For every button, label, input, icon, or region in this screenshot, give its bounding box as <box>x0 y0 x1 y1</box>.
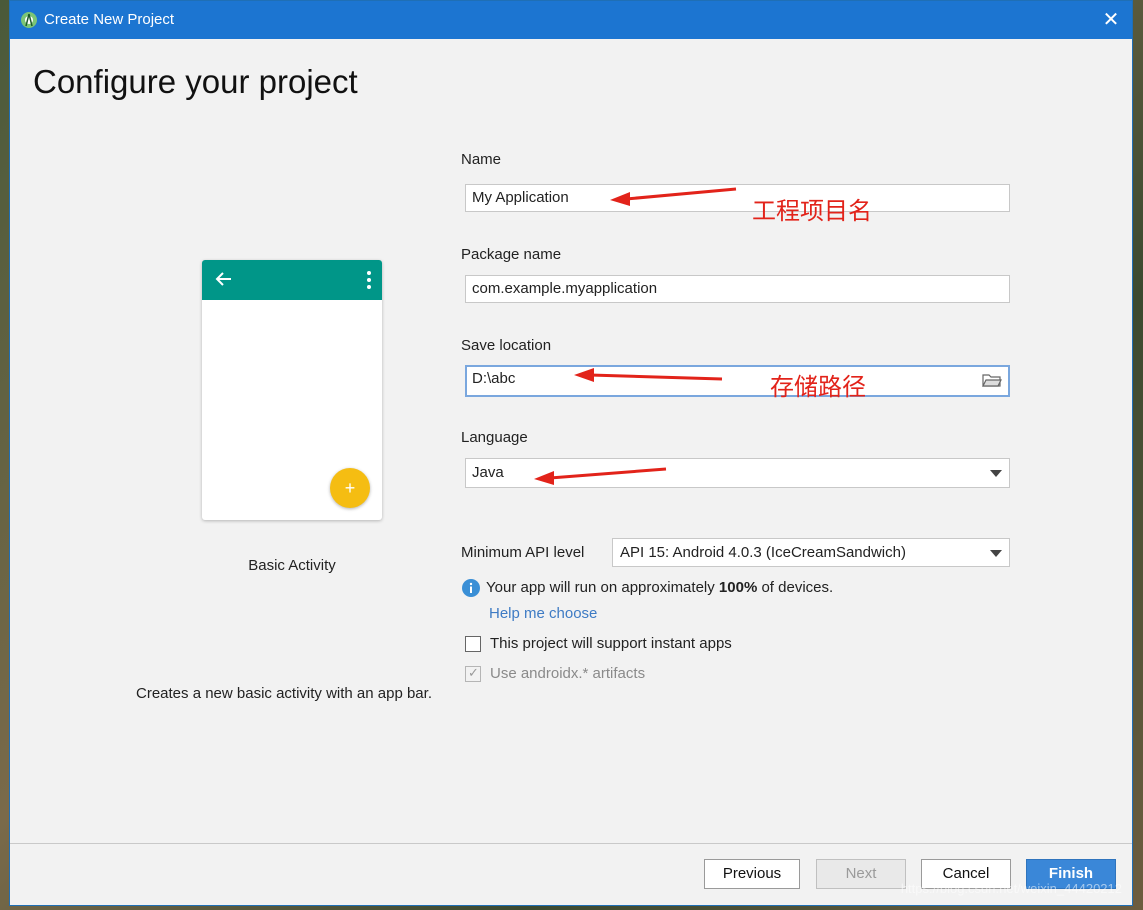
name-label: Name <box>461 151 502 168</box>
red-arrow-name <box>610 187 737 206</box>
back-arrow-icon <box>215 272 231 286</box>
close-button[interactable]: ✕ <box>1098 7 1124 33</box>
help-me-choose-link[interactable]: Help me choose <box>489 605 597 622</box>
min-api-label: Minimum API level <box>461 544 585 561</box>
package-label: Package name <box>461 246 562 263</box>
watermark: https://blog.csdn.net/weixin_44420212 <box>900 881 1122 896</box>
chevron-down-icon <box>990 550 1002 557</box>
chevron-down-icon <box>990 470 1002 477</box>
check-icon: ✓ <box>468 665 479 680</box>
window-title: Create New Project <box>44 11 175 28</box>
androidx-checkbox: ✓ <box>465 665 481 682</box>
previous-button[interactable]: Previous <box>704 859 800 889</box>
red-arrow-language <box>534 467 667 485</box>
footer-divider <box>10 843 1132 844</box>
fab-icon: + <box>330 468 370 508</box>
save-location-field[interactable]: D:\abc <box>465 365 1010 397</box>
androidx-label: Use androidx.* artifacts <box>490 665 646 682</box>
page-title: Configure your project <box>33 63 358 100</box>
overflow-menu-icon <box>367 271 371 289</box>
title-bar: Create New Project ✕ <box>10 1 1132 39</box>
preview-app-bar <box>202 260 382 300</box>
save-location-value: D:\abc <box>472 370 516 387</box>
template-name: Basic Activity <box>248 557 336 574</box>
folder-icon[interactable] <box>982 372 1002 388</box>
min-api-select[interactable]: API 15: Android 4.0.3 (IceCreamSandwich) <box>612 538 1010 567</box>
language-value: Java <box>472 464 504 481</box>
location-annotation: 存储路径 <box>770 373 866 401</box>
red-arrow-location <box>574 368 723 382</box>
instant-apps-checkbox[interactable] <box>465 636 481 652</box>
coverage-percent: 100% <box>718 579 758 596</box>
name-annotation: 工程项目名 <box>752 197 872 225</box>
android-studio-icon <box>21 12 37 28</box>
instant-apps-label: This project will support instant apps <box>490 635 732 652</box>
language-label: Language <box>461 429 528 446</box>
create-project-dialog: Create New Project ✕ Configure your proj… <box>9 0 1133 906</box>
coverage-suffix: of devices. <box>757 579 834 596</box>
min-api-value: API 15: Android 4.0.3 (IceCreamSandwich) <box>620 544 906 561</box>
package-name-field[interactable]: com.example.myapplication <box>465 275 1010 303</box>
device-coverage-text: Your app will run on approximately 100% … <box>486 579 833 596</box>
activity-preview: + <box>202 260 382 520</box>
save-location-label: Save location <box>461 337 552 354</box>
next-button: Next <box>816 859 906 889</box>
coverage-prefix: Your app will run on approximately <box>486 579 719 596</box>
info-icon <box>462 579 480 597</box>
template-description: Creates a new basic activity with an app… <box>136 685 432 702</box>
